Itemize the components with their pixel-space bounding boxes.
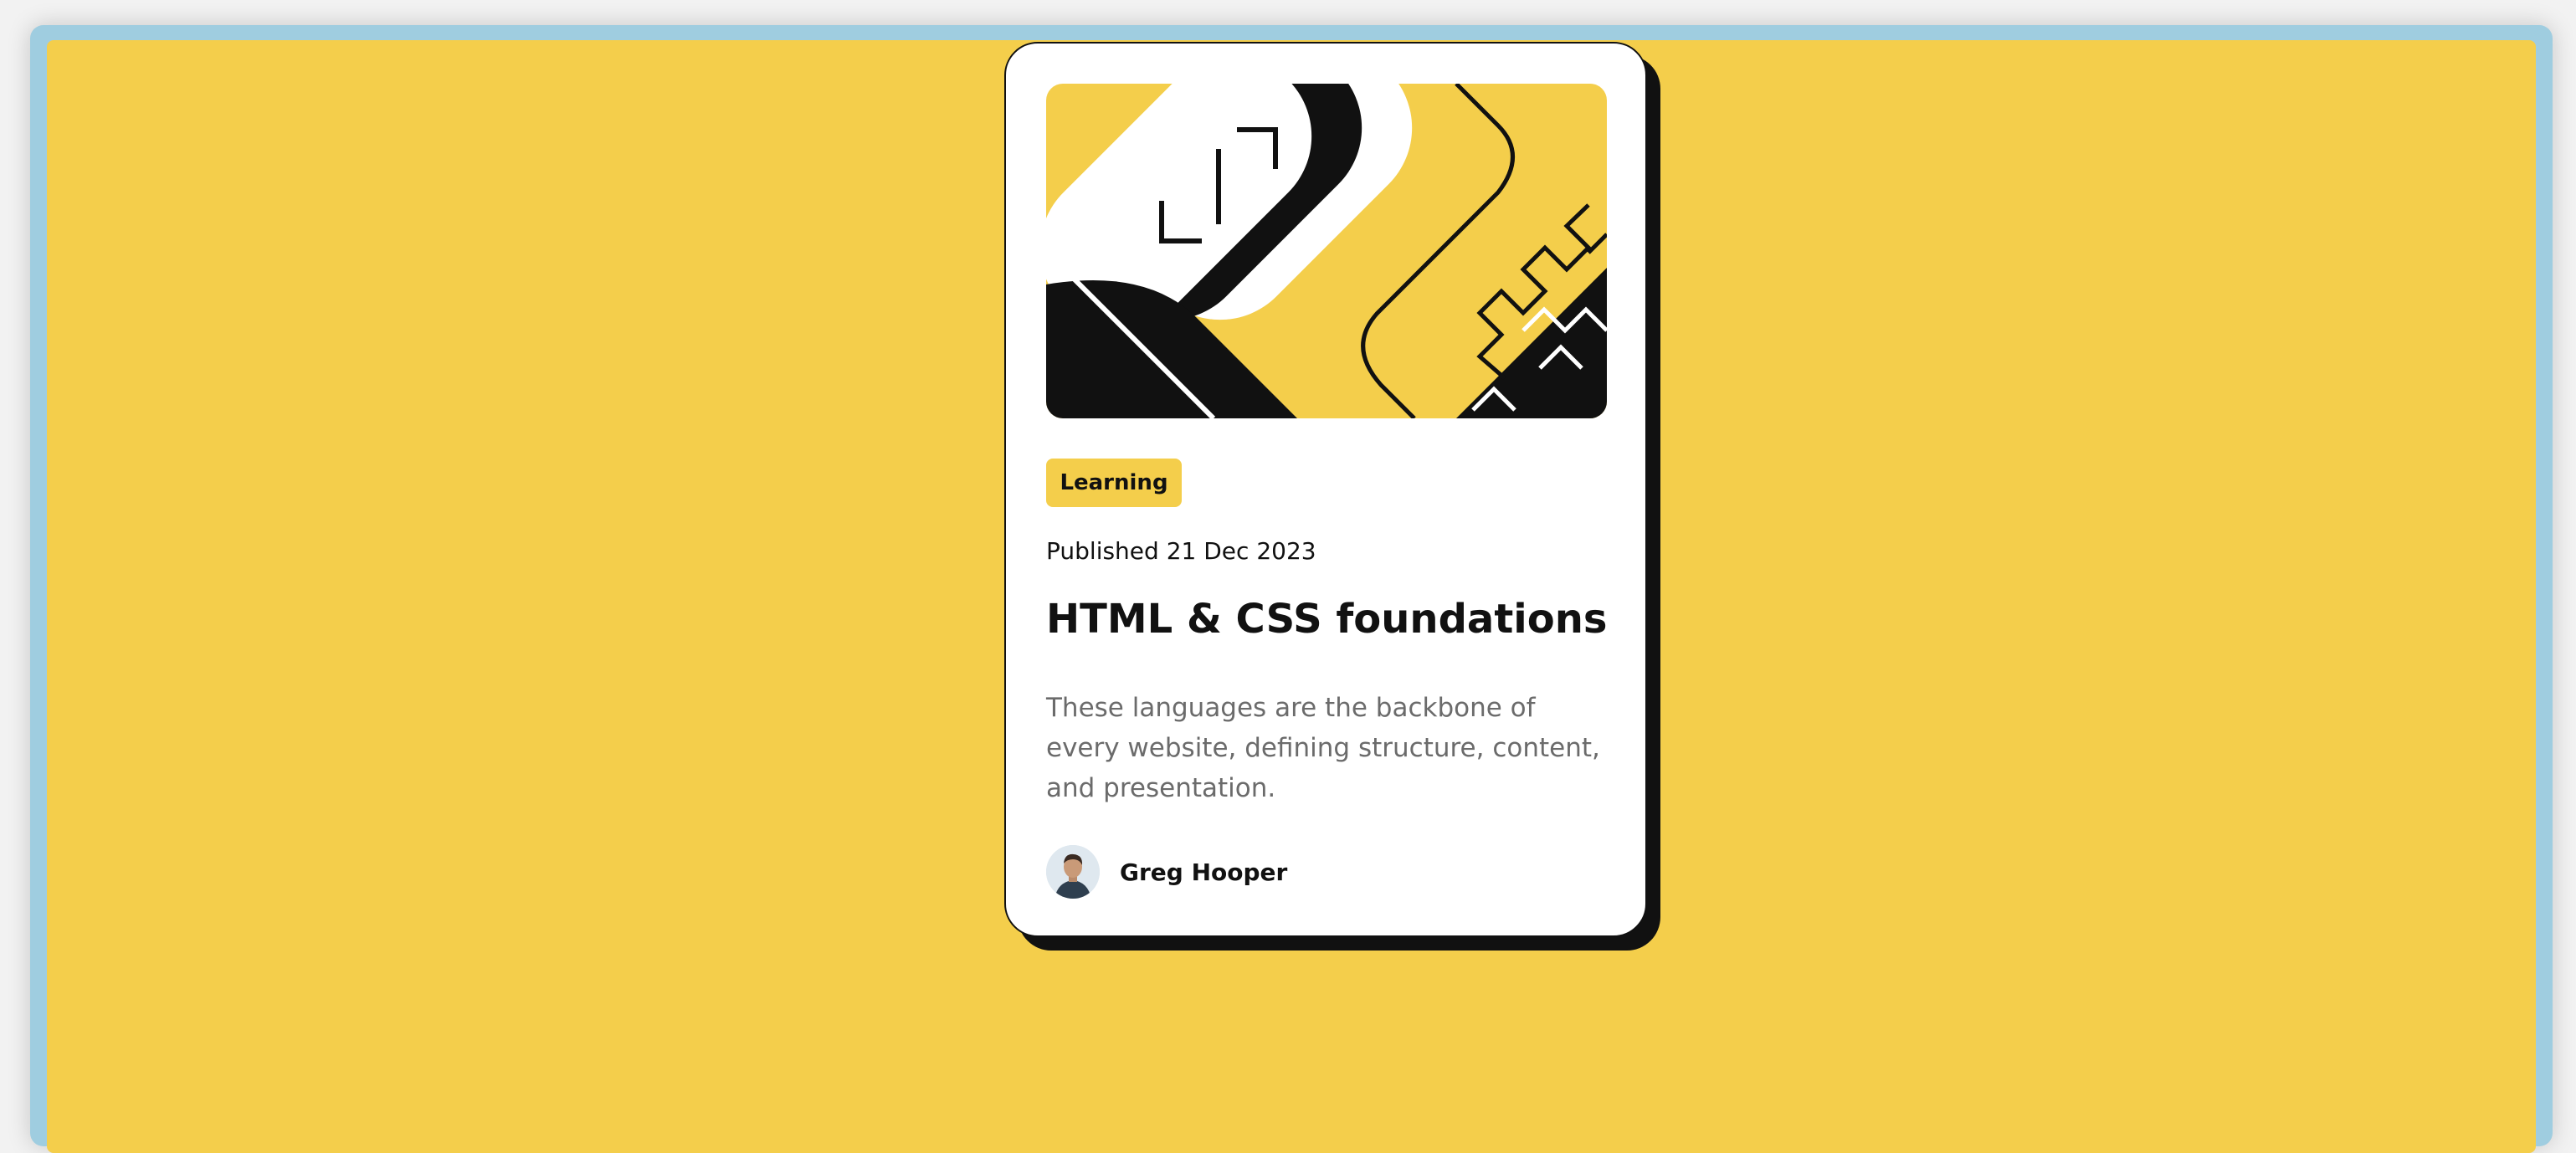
author-avatar-icon bbox=[1046, 845, 1100, 899]
browser-window-frame: Learning Published 21 Dec 2023 HTML & CS… bbox=[30, 25, 2553, 1153]
illustration-article-icon bbox=[1046, 84, 1607, 418]
published-date: Published 21 Dec 2023 bbox=[1046, 537, 1316, 565]
author-block: Greg Hooper bbox=[1046, 845, 1287, 899]
author-name[interactable]: Greg Hooper bbox=[1120, 858, 1287, 886]
article-illustration bbox=[1046, 84, 1607, 418]
card-description: These languages are the backbone of ever… bbox=[1046, 693, 1600, 803]
card-title[interactable]: HTML & CSS foundations bbox=[1046, 596, 1607, 643]
blog-preview-card[interactable]: Learning Published 21 Dec 2023 HTML & CS… bbox=[1004, 42, 1647, 937]
page-viewport: Learning Published 21 Dec 2023 HTML & CS… bbox=[47, 40, 2536, 1153]
category-tag[interactable]: Learning bbox=[1046, 459, 1182, 507]
